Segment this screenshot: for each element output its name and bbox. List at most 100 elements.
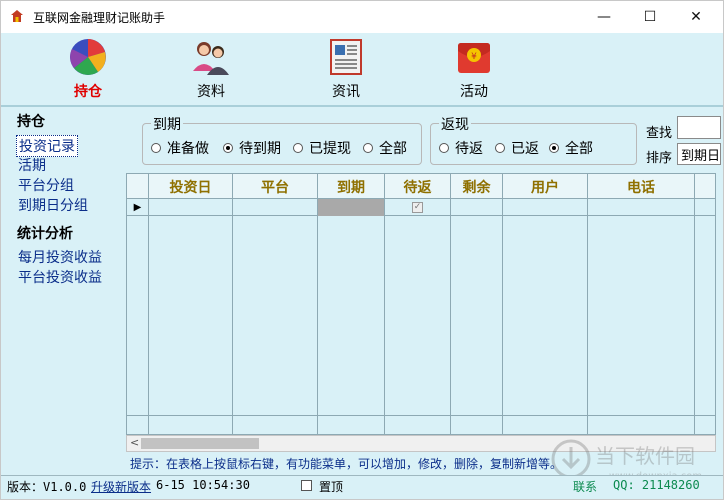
close-button[interactable]: ✕ xyxy=(673,1,719,33)
column-header-extra xyxy=(695,174,715,199)
rebate-radio-label: 已返 xyxy=(511,141,539,157)
sidebar-item-platform-income[interactable]: 平台投资收益 xyxy=(16,267,104,287)
table-cell[interactable] xyxy=(451,199,503,216)
sidebar-item-current[interactable]: 活期 xyxy=(16,155,48,175)
due-radio-all[interactable]: 全部 xyxy=(363,138,407,158)
row-header-corner xyxy=(127,174,149,199)
radio-selected-icon xyxy=(223,143,233,153)
table-cell-rebate[interactable]: ✓ xyxy=(385,199,451,216)
toolbar-profile[interactable]: 资料 xyxy=(171,37,251,101)
sidebar-item-due-date-group[interactable]: 到期日分组 xyxy=(16,195,90,215)
radio-icon xyxy=(495,143,505,153)
news-icon xyxy=(330,39,362,75)
column-divider xyxy=(694,216,695,434)
main-toolbar: 持仓 资料 资讯 ¥ 活动 xyxy=(1,33,723,105)
table-cell[interactable] xyxy=(588,199,695,216)
column-divider xyxy=(232,216,233,434)
table-cell[interactable] xyxy=(149,199,233,216)
contact-label: 联系 xyxy=(573,480,598,494)
table-cell-selected[interactable] xyxy=(318,199,385,216)
svg-text:当下软件园: 当下软件园 xyxy=(595,444,695,468)
rebate-radio-label: 待返 xyxy=(455,141,483,157)
column-header-rebate[interactable]: 待返 xyxy=(385,174,451,199)
close-icon: ✕ xyxy=(690,9,702,25)
status-bar: 版本：V1.0.0 升级新版本 6-15 10:54:30 置顶 联系 QQ: … xyxy=(1,475,723,495)
maximize-button[interactable]: ☐ xyxy=(627,1,673,33)
toolbar-news[interactable]: 资讯 xyxy=(306,37,386,101)
radio-icon xyxy=(363,143,373,153)
svg-text:¥: ¥ xyxy=(471,52,477,62)
due-radio-label: 准备做 xyxy=(167,141,209,157)
table-cell[interactable] xyxy=(503,199,588,216)
scroll-left-icon[interactable]: < xyxy=(130,436,139,449)
toolbar-holdings[interactable]: 持仓 xyxy=(48,37,128,101)
checkbox-checked-icon[interactable]: ✓ xyxy=(412,202,423,213)
column-header-platform[interactable]: 平台 xyxy=(233,174,318,199)
rebate-radio-pending[interactable]: 待返 xyxy=(439,138,483,158)
toolbar-divider xyxy=(1,105,723,107)
column-divider xyxy=(502,216,503,434)
table-row[interactable]: ▶ ✓ xyxy=(127,199,715,216)
column-header-due[interactable]: 到期 xyxy=(318,174,385,199)
summary-row-divider xyxy=(127,415,715,416)
toolbar-news-label: 资讯 xyxy=(332,84,360,100)
table-cell[interactable] xyxy=(233,199,318,216)
column-header-user[interactable]: 用户 xyxy=(503,174,588,199)
due-radio-label: 待到期 xyxy=(239,141,281,157)
window-title: 互联网金融理财记账助手 xyxy=(33,11,166,25)
sidebar-item-monthly-income[interactable]: 每月投资收益 xyxy=(16,247,104,267)
toolbar-profile-label: 资料 xyxy=(197,84,225,100)
maximize-icon: ☐ xyxy=(643,9,657,25)
due-filter-group: 到期 准备做 待到期 已提现 全部 xyxy=(142,114,422,165)
radio-icon xyxy=(293,143,303,153)
radio-selected-icon xyxy=(549,143,559,153)
pin-label: 置顶 xyxy=(319,480,344,494)
rebate-radio-returned[interactable]: 已返 xyxy=(495,138,539,158)
column-divider xyxy=(384,216,385,434)
qq-label: QQ: 21148260 xyxy=(613,478,700,492)
toolbar-holdings-label: 持仓 xyxy=(74,84,102,100)
app-window: 互联网金融理财记账助手 — ☐ ✕ 持仓 资料 资讯 ¥ 活动 持仓 投资记录 … xyxy=(0,0,724,500)
hint-text: 提示：在表格上按鼠标右键，有功能菜单，可以增加，修改，删除，复制新增等。 xyxy=(130,457,563,471)
sort-select[interactable]: 到期日 xyxy=(677,143,721,165)
minimize-icon: — xyxy=(597,9,611,25)
column-header-remaining[interactable]: 剩余 xyxy=(451,174,503,199)
due-radio-withdrawn[interactable]: 已提现 xyxy=(293,138,351,158)
sort-label: 排序 xyxy=(646,151,673,166)
column-divider xyxy=(587,216,588,434)
column-divider xyxy=(317,216,318,434)
column-header-phone[interactable]: 电话 xyxy=(588,174,695,199)
radio-icon xyxy=(439,143,449,153)
toolbar-events-label: 活动 xyxy=(460,84,488,100)
sidebar: 持仓 投资记录 活期 平台分组 到期日分组 统计分析 每月投资收益 平台投资收益 xyxy=(9,109,125,465)
rebate-radio-all[interactable]: 全部 xyxy=(549,138,593,158)
upgrade-link[interactable]: 升级新版本 xyxy=(91,478,151,495)
toolbar-events[interactable]: ¥ 活动 xyxy=(434,37,514,101)
pie-chart-icon xyxy=(70,39,106,75)
due-radio-awaiting[interactable]: 待到期 xyxy=(223,138,281,158)
minimize-button[interactable]: — xyxy=(581,1,627,33)
scrollbar-thumb[interactable] xyxy=(141,438,259,449)
red-envelope-icon: ¥ xyxy=(458,43,490,73)
due-filter-title: 到期 xyxy=(151,114,183,134)
due-radio-pending-start[interactable]: 准备做 xyxy=(151,138,209,158)
column-divider xyxy=(450,216,451,434)
sidebar-item-platform-group[interactable]: 平台分组 xyxy=(16,175,76,195)
rebate-filter-title: 返现 xyxy=(439,114,471,134)
pin-checkbox[interactable] xyxy=(301,480,312,491)
column-divider xyxy=(148,216,149,434)
sidebar-section-holdings: 持仓 xyxy=(17,114,45,130)
sidebar-item-investment-records[interactable]: 投资记录 xyxy=(16,135,78,157)
datetime-label: 6-15 10:54:30 xyxy=(156,478,250,492)
title-bar: 互联网金融理财记账助手 — ☐ ✕ xyxy=(1,1,723,33)
records-table[interactable]: 投资日 平台 到期 待返 剩余 用户 电话 ▶ ✓ xyxy=(126,173,716,435)
app-logo-icon xyxy=(11,10,23,22)
search-input[interactable] xyxy=(677,116,721,139)
due-radio-label: 全部 xyxy=(379,141,407,157)
column-header-invest-date[interactable]: 投资日 xyxy=(149,174,233,199)
radio-icon xyxy=(151,143,161,153)
users-icon xyxy=(193,42,229,75)
search-label: 查找 xyxy=(646,126,673,141)
version-label: 版本：V1.0.0 xyxy=(7,480,87,494)
rebate-radio-label: 全部 xyxy=(565,141,593,157)
